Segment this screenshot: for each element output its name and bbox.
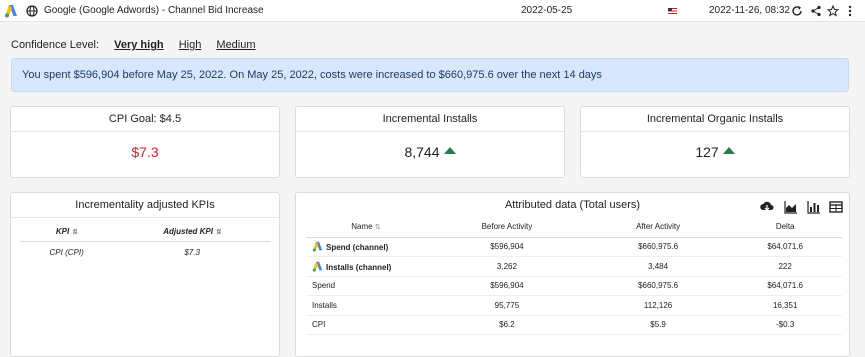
attributed-table: Name ⇅ Before Activity After Activity De… [306,217,842,335]
table-row: Installs 95,775 112,126 16,351 [306,295,842,316]
table-row: CPI $6.2 $5.9 -$0.3 [306,315,842,335]
activity-date: 2022-05-25 [521,5,573,16]
incremental-organic-value-wrap: 127 [581,144,849,160]
sort-icon: ⇅ [374,224,381,232]
before-cell: 95,775 [426,295,588,316]
star-icon[interactable] [827,5,839,17]
trend-up-icon [722,147,735,154]
confidence-option-medium[interactable]: Medium [216,39,255,51]
kpi-header[interactable]: KPI ⇅ [20,223,114,242]
after-cell: 112,126 [587,295,729,316]
incremental-organic-value: 127 [695,144,719,160]
kpi-table: KPI ⇅ Adjusted KPI ⇅ CPI (CPI) $7.3 [20,223,271,263]
kpi-cell: CPI (CPI) [49,247,84,257]
row-name-cell: CPI [306,315,426,335]
share-icon[interactable] [810,5,822,17]
refresh-icon[interactable] [791,5,803,17]
confidence-option-very-high[interactable]: Very high [114,39,164,51]
incremental-installs-card: Incremental Installs 8,744 [295,106,565,178]
before-cell: 3,262 [426,256,588,277]
attributed-panel: Attributed data (Total users) Name ⇅ Bef… [295,192,850,357]
row-name-cell: Spend (channel) [306,237,426,257]
row-name-cell: Spend [306,276,426,296]
sort-icon: ⇅ [71,229,78,237]
cpi-goal-card: CPI Goal: $4.5 $7.3 [10,106,280,178]
table-row: Installs (channel) 3,262 3,484 222 [306,256,842,277]
incremental-installs-title: Incremental Installs [296,107,564,132]
summary-banner: You spent $596,904 before May 25, 2022. … [11,58,849,92]
download-icon[interactable] [760,200,774,214]
google-ads-logo-icon [312,261,323,272]
incremental-installs-value: 8,744 [404,144,440,160]
before-header: Before Activity [426,217,588,238]
delta-cell: 16,351 [728,295,842,316]
confidence-selector: Confidence Level: Very high High Medium [11,39,268,51]
delta-cell: $64,071.6 [728,276,842,296]
kpi-panel-title: Incrementality adjusted KPIs [11,193,279,218]
table-icon[interactable] [829,200,843,214]
globe-icon [26,5,38,17]
after-cell: $660,975.6 [587,276,729,296]
incremental-organic-card: Incremental Organic Installs 127 [580,106,850,178]
table-row: Spend (channel) $596,904 $660,975.6 $64,071… [306,237,842,257]
us-flag-icon [668,8,677,14]
row-name-cell: Installs [306,295,426,316]
incremental-organic-title: Incremental Organic Installs [581,107,849,132]
after-header: After Activity [587,217,729,238]
top-bar: Google (Google Adwords) - Channel Bid In… [0,0,865,22]
row-name-cell: Installs (channel) [306,256,426,277]
kpi-panel: Incrementality adjusted KPIs KPI ⇅ Adjus… [10,192,280,357]
delta-cell: $64,071.6 [728,237,842,257]
confidence-label: Confidence Level: [11,39,100,51]
google-ads-logo-icon [312,242,323,252]
table-row: CPI (CPI) $7.3 [20,241,271,263]
adjusted-kpi-header[interactable]: Adjusted KPI ⇅ [113,223,271,242]
after-cell: 3,484 [587,256,729,277]
cpi-goal-title: CPI Goal: $4.5 [11,107,279,132]
bar-chart-icon[interactable] [807,200,821,214]
google-ads-logo-icon [5,5,17,18]
confidence-option-high[interactable]: High [179,39,202,51]
cpi-goal-value: $7.3 [131,144,159,160]
after-cell: $5.9 [587,315,729,335]
delta-cell: -$0.3 [728,315,842,335]
trend-up-icon [443,147,456,154]
timestamp: 2022-11-26, 08:32 [709,5,790,16]
page-title: Google (Google Adwords) - Channel Bid In… [44,5,264,16]
table-row: Spend $596,904 $660,975.6 $64,071.6 [306,276,842,296]
adjusted-kpi-cell: $7.3 [184,247,200,257]
before-cell: $6.2 [426,315,588,335]
incremental-installs-value-wrap: 8,744 [296,144,564,160]
after-cell: $660,975.6 [587,237,729,257]
delta-cell: 222 [728,256,842,277]
delta-header: Delta [728,217,842,238]
more-vertical-icon[interactable] [844,5,856,17]
name-header[interactable]: Name ⇅ [306,217,426,238]
before-cell: $596,904 [426,276,588,296]
before-cell: $596,904 [426,237,588,257]
area-chart-icon[interactable] [784,200,798,214]
sort-icon: ⇅ [215,229,222,237]
